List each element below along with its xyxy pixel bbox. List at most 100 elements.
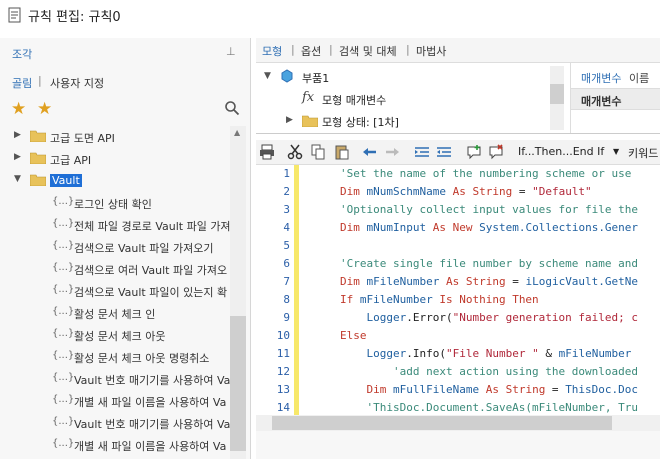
tab-custom[interactable]: 사용자 지정 xyxy=(50,75,104,91)
chevron-down-icon[interactable]: ▼ xyxy=(14,174,21,184)
tab-2[interactable]: 검색 및 대체 xyxy=(339,43,397,59)
code-line[interactable]: Dim mNumInput As New System.Collections.… xyxy=(340,221,638,234)
undo-icon[interactable] xyxy=(362,144,378,160)
code-line[interactable]: Logger.Info("File Number " & mFileNumber xyxy=(340,347,631,360)
tree-folder[interactable]: ▶ 고급 도면 API xyxy=(0,126,232,148)
pin-icon[interactable]: ⊥ xyxy=(226,45,236,58)
code-token: mFileNumber xyxy=(359,275,446,288)
code-editor[interactable]: 1 2 3 4 5 6 7 8 9 10 11 12 13 14 'Set the name of the… xyxy=(256,165,660,415)
redo-icon[interactable] xyxy=(384,144,400,160)
indent-icon[interactable] xyxy=(414,144,430,160)
tree-snippet[interactable]: {...} 활성 문서 체크 아웃 xyxy=(0,324,232,346)
remove-comment-icon[interactable] xyxy=(488,144,504,160)
tree-snippet[interactable]: {...} 전체 파일 경로로 Vault 파일 가져 xyxy=(0,214,232,236)
scrollbar-thumb[interactable] xyxy=(272,416,612,430)
code-line[interactable]: Else xyxy=(340,329,367,342)
code-line[interactable]: 'Create single file number by scheme nam… xyxy=(340,257,638,270)
tree-item-label: 고급 API xyxy=(50,154,92,167)
tab-separator: | xyxy=(329,43,333,56)
chevron-down-icon[interactable]: ▼ xyxy=(264,71,271,81)
code-template-dropdown[interactable]: If...Then...End If xyxy=(518,145,604,158)
tab-names[interactable]: 이름 xyxy=(629,70,649,86)
line-number: 10 xyxy=(276,329,290,342)
tree-snippet[interactable]: {...} 활성 문서 체크 아웃 명령취소 xyxy=(0,346,232,368)
line-number: 7 xyxy=(283,275,290,288)
snippet-icon: {...} xyxy=(52,240,75,251)
code-token: Else xyxy=(340,329,367,342)
tab-system[interactable]: 골림 xyxy=(12,75,32,91)
editor-footer xyxy=(256,431,660,459)
chevron-down-icon[interactable]: ▼ xyxy=(613,147,619,156)
snippet-scrollbar[interactable]: ▲ xyxy=(230,126,246,459)
copy-icon[interactable] xyxy=(310,144,326,160)
code-line[interactable]: If mFileNumber Is Nothing Then xyxy=(340,293,539,306)
line-number: 2 xyxy=(283,185,290,198)
editor-toolbar: If...Then...End If ▼ 키워드 xyxy=(256,140,660,165)
tree-snippet[interactable]: {...} 검색으로 Vault 파일이 있는지 확 xyxy=(0,280,232,302)
tree-snippet[interactable]: {...} Vault 번호 매기기를 사용하여 Va xyxy=(0,412,232,434)
tree-snippet[interactable]: {...} 활성 문서 체크 인 xyxy=(0,302,232,324)
tree-item-label: 검색으로 Vault 파일 가져오기 xyxy=(74,242,214,255)
code-token: .Error( xyxy=(406,311,453,324)
print-icon[interactable] xyxy=(259,144,275,160)
code-line[interactable]: Logger.Error("Number generation failed; … xyxy=(340,311,638,324)
snippet-toolbar: ★ ★ xyxy=(0,98,250,122)
cut-icon[interactable] xyxy=(287,144,303,160)
editor-hscrollbar[interactable] xyxy=(256,415,660,431)
tree-item-label: 고급 도면 API xyxy=(50,132,115,145)
code-line[interactable]: Dim mNumSchmName As String = "Default" xyxy=(340,185,592,198)
add-favorite-star-icon[interactable]: ★ xyxy=(37,99,52,119)
code-token: .Info( xyxy=(406,347,446,360)
favorite-star-icon[interactable]: ★ xyxy=(11,99,26,119)
tree-item-label: 전체 파일 경로로 Vault 파일 가져 xyxy=(74,220,231,233)
tree-snippet[interactable]: {...} 검색으로 여러 Vault 파일 가져오 xyxy=(0,258,232,280)
code-line[interactable]: 'add next action using the downloaded xyxy=(340,365,638,378)
add-comment-icon[interactable] xyxy=(466,144,482,160)
tree-folder[interactable]: ▶ 고급 API xyxy=(0,148,232,170)
snippet-tabs: 골림 | 사용자 지정 xyxy=(0,72,250,92)
tree-snippet[interactable]: {...} 개별 새 파일 이름을 사용하여 Va xyxy=(0,390,232,412)
tree-snippet[interactable]: {...} 검색으로 Vault 파일 가져오기 xyxy=(0,236,232,258)
line-number: 12 xyxy=(276,365,290,378)
search-icon[interactable] xyxy=(224,100,240,116)
code-line[interactable]: Dim mFullFileName As String = ThisDoc.Do… xyxy=(340,383,638,396)
tree-folder[interactable]: ▼ Vault xyxy=(0,170,232,192)
line-number: 1 xyxy=(283,167,290,180)
snippet-icon: {...} xyxy=(52,372,75,383)
chevron-right-icon[interactable]: ▶ xyxy=(14,130,21,140)
model-tree-scrollbar[interactable] xyxy=(550,66,564,130)
keyword-dropdown[interactable]: 키워드 xyxy=(628,145,658,161)
tab-parameters[interactable]: 매개변수 xyxy=(581,70,621,86)
chevron-right-icon[interactable]: ▶ xyxy=(14,152,21,162)
snippet-icon: {...} xyxy=(52,262,75,273)
paste-icon[interactable] xyxy=(334,144,350,160)
parameters-header: 매개변수 xyxy=(571,88,660,110)
tab-separator: | xyxy=(38,74,42,87)
code-token: Logger xyxy=(340,347,407,360)
tree-item-label: 검색으로 여러 Vault 파일 가져오 xyxy=(74,264,228,277)
code-token: 'Optionally collect input values for fil… xyxy=(340,203,639,216)
code-token: 'Create single file number by scheme nam… xyxy=(340,257,639,270)
tree-snippet[interactable]: {...} Vault 번호 매기기를 사용하여 Vau xyxy=(0,368,232,390)
tree-item-label: 활성 문서 체크 인 xyxy=(74,308,156,321)
code-line[interactable]: 'Set the name of the numbering scheme or… xyxy=(340,167,631,180)
tab-1[interactable]: 옵션 xyxy=(301,43,321,59)
code-line[interactable]: 'ThisDoc.Document.SaveAs(mFileNumber, Tr… xyxy=(340,401,638,414)
scrollbar-thumb[interactable] xyxy=(230,316,246,451)
tab-3[interactable]: 마법사 xyxy=(416,43,446,59)
code-token: "Default" xyxy=(532,185,592,198)
snippet-icon: {...} xyxy=(52,416,75,427)
code-line[interactable]: Dim mFileNumber As String = iLogicVault.… xyxy=(340,275,638,288)
scrollbar-thumb[interactable] xyxy=(550,84,564,104)
tree-snippet[interactable]: {...} 개별 새 파일 이름을 사용하여 Va xyxy=(0,434,232,456)
code-token: String xyxy=(459,275,506,288)
folder-icon xyxy=(29,130,47,143)
parameters-header-label: 매개변수 xyxy=(581,95,622,108)
chevron-right-icon[interactable]: ▶ xyxy=(286,115,293,125)
outdent-icon[interactable] xyxy=(436,144,452,160)
code-line[interactable]: 'Optionally collect input values for fil… xyxy=(340,203,638,216)
code-token: mFileNumber xyxy=(353,293,440,306)
scroll-up-icon[interactable]: ▲ xyxy=(234,128,240,137)
tree-snippet[interactable]: {...} 로그인 상태 확인 xyxy=(0,192,232,214)
tab-0[interactable]: 모형 xyxy=(262,43,282,59)
